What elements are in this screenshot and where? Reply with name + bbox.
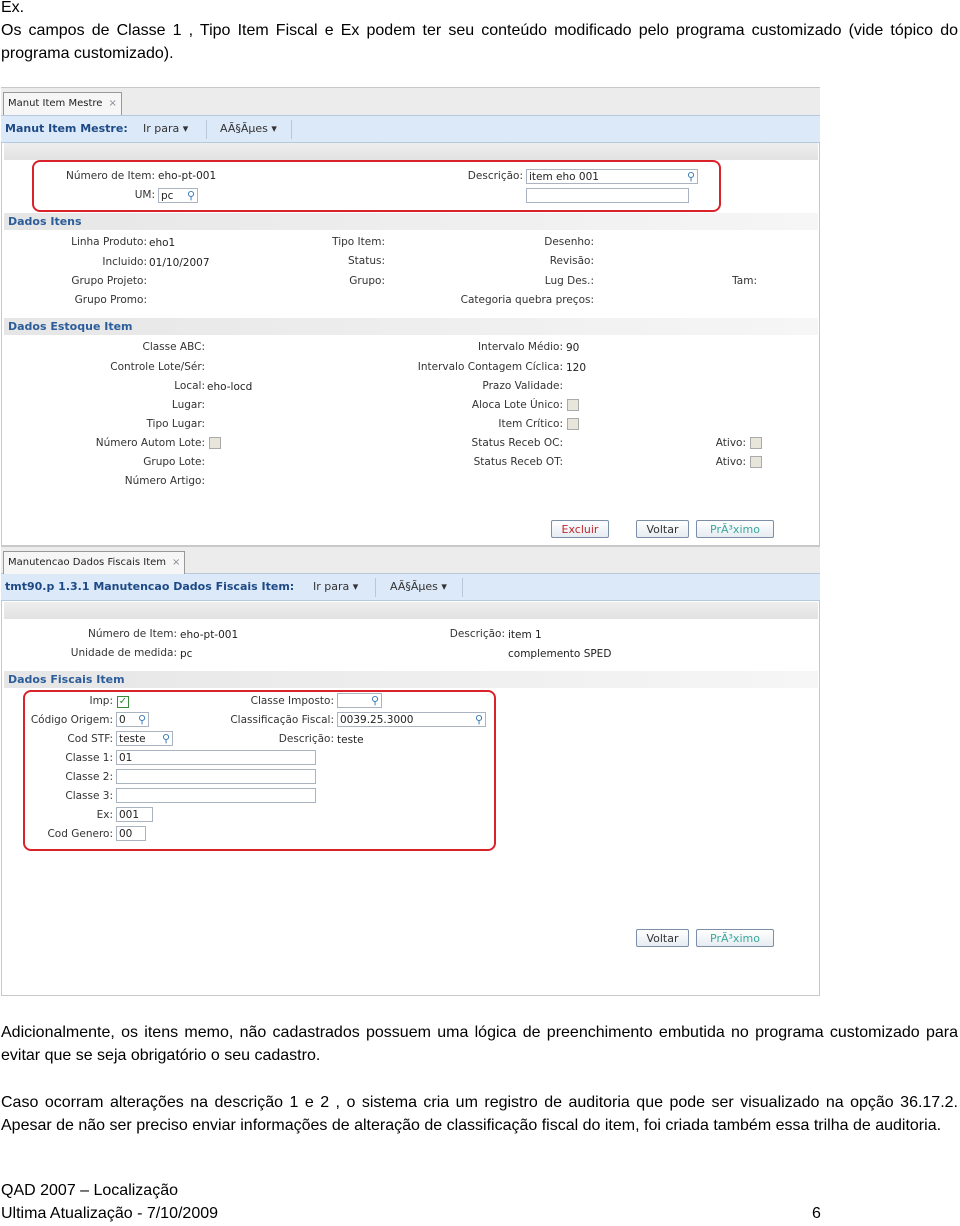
um-value: pc <box>161 190 174 202</box>
search-icon[interactable]: ⚲ <box>475 713 483 727</box>
int-contagem-value: 120 <box>566 362 587 374</box>
page-number: 6 <box>812 1205 821 1222</box>
revisao-label: Revisão: <box>549 255 594 267</box>
ex-input[interactable]: 001 <box>116 807 153 822</box>
footer-title: QAD 2007 – Localização <box>1 1182 178 1199</box>
classe2-label: Classe 2: <box>65 771 113 783</box>
tab-manutencao-dados-fiscais[interactable]: Manutencao Dados Fiscais Item × <box>3 551 186 574</box>
aloca-checkbox[interactable] <box>567 399 579 411</box>
descricao-value: item 1 <box>508 629 542 641</box>
descricao-label: Descrição: <box>449 628 505 640</box>
paragraph-memo-items: Adicionalmente, os itens memo, não cadas… <box>1 1024 958 1064</box>
goto-menu[interactable]: Ir para ▾ <box>143 122 188 135</box>
classe1-input[interactable]: 01 <box>116 750 316 765</box>
descricao2-input[interactable] <box>526 188 689 203</box>
intro-text: Os campos de Classe 1 , Tipo Item Fiscal… <box>1 22 958 62</box>
tab-label: Manutencao Dados Fiscais Item <box>8 557 167 568</box>
goto-menu[interactable]: Ir para ▾ <box>313 580 358 593</box>
descricao-value: item eho 001 <box>529 171 599 183</box>
close-icon[interactable]: × <box>108 98 116 109</box>
toolbar: tmt90.p 1.3.1 Manutencao Dados Fiscais I… <box>1 574 820 601</box>
divider <box>206 120 207 139</box>
divider <box>375 578 376 597</box>
critico-checkbox[interactable] <box>567 418 579 430</box>
categoria-label: Categoria quebra preços: <box>460 294 594 306</box>
desenho-label: Desenho: <box>544 236 594 248</box>
class-fiscal-value: 0039.25.3000 <box>340 714 414 726</box>
num-artigo-label: Número Artigo: <box>124 475 205 487</box>
actions-menu[interactable]: AÃ§Ãµes ▾ <box>220 122 277 135</box>
divider <box>462 578 463 597</box>
tab-bar: Manutencao Dados Fiscais Item × <box>1 547 820 574</box>
excluir-button[interactable]: Excluir <box>551 520 609 538</box>
paragraph-audit: Caso ocorram alterações na descrição 1 e… <box>1 1094 958 1134</box>
tab-label: Manut Item Mestre <box>8 98 103 109</box>
int-medio-value: 90 <box>566 342 580 354</box>
ativo-ot-checkbox[interactable] <box>750 456 762 468</box>
section-dados-itens: Dados Itens <box>4 213 818 230</box>
classe3-input[interactable] <box>116 788 316 803</box>
prazo-label: Prazo Validade: <box>482 380 563 392</box>
unidade-label: Unidade de medida: <box>70 647 177 659</box>
voltar-button[interactable]: Voltar <box>636 520 689 538</box>
highlight-box <box>32 160 721 212</box>
page-title: Manut Item Mestre: <box>5 122 128 135</box>
tab-manut-item-mestre[interactable]: Manut Item Mestre × <box>3 92 122 115</box>
classe3-label: Classe 3: <box>65 790 113 802</box>
page-title: tmt90.p 1.3.1 Manutencao Dados Fiscais I… <box>5 580 295 593</box>
unidade-value: pc <box>180 648 193 660</box>
complemento-text: complemento SPED <box>508 648 612 660</box>
header-strip <box>4 143 818 160</box>
genero-label: Cod Genero: <box>47 828 113 840</box>
classe-imposto-label: Classe Imposto: <box>250 695 334 707</box>
toolbar: Manut Item Mestre: Ir para ▾ AÃ§Ãµes ▾ <box>1 116 820 143</box>
um-label: UM: <box>134 189 155 201</box>
int-contagem-label: Intervalo Contagem Cíclica: <box>417 361 563 373</box>
descricao-label: Descrição: <box>467 170 523 182</box>
proximo-button[interactable]: PrÃ³ximo <box>696 520 774 538</box>
int-medio-label: Intervalo Médio: <box>477 341 563 353</box>
ativo-oc-label: Ativo: <box>715 437 746 449</box>
class-fiscal-input[interactable]: 0039.25.3000 ⚲ <box>337 712 486 727</box>
ex-label: Ex: <box>96 809 113 821</box>
search-icon[interactable]: ⚲ <box>371 694 379 708</box>
search-icon[interactable]: ⚲ <box>687 170 695 184</box>
critico-label: Item Crítico: <box>498 418 563 430</box>
desc-label: Descrição: <box>278 733 334 745</box>
tab-bar: Manut Item Mestre × <box>1 88 820 116</box>
divider <box>291 120 292 139</box>
um-input[interactable]: pc ⚲ <box>158 188 198 203</box>
example-label: Ex. <box>1 0 25 16</box>
classe-imposto-input[interactable]: ⚲ <box>337 693 382 708</box>
tam-label: Tam: <box>732 275 757 287</box>
aloca-label: Aloca Lote Único: <box>471 399 563 411</box>
actions-menu[interactable]: AÃ§Ãµes ▾ <box>390 580 447 593</box>
desc-value: teste <box>337 734 364 746</box>
search-icon[interactable]: ⚲ <box>187 189 195 203</box>
voltar-button[interactable]: Voltar <box>636 929 689 947</box>
classe2-input[interactable] <box>116 769 316 784</box>
class-fiscal-label: Classificação Fiscal: <box>230 714 334 726</box>
classe1-label: Classe 1: <box>65 752 113 764</box>
section-dados-estoque: Dados Estoque Item <box>4 318 818 335</box>
descricao-input[interactable]: item eho 001 ⚲ <box>526 169 698 184</box>
genero-input[interactable]: 00 <box>116 826 146 841</box>
proximo-button[interactable]: PrÃ³ximo <box>696 929 774 947</box>
header-strip <box>4 602 818 619</box>
section-dados-fiscais: Dados Fiscais Item <box>4 671 818 688</box>
close-icon[interactable]: × <box>172 557 180 568</box>
ativo-ot-label: Ativo: <box>715 456 746 468</box>
ativo-oc-checkbox[interactable] <box>750 437 762 449</box>
